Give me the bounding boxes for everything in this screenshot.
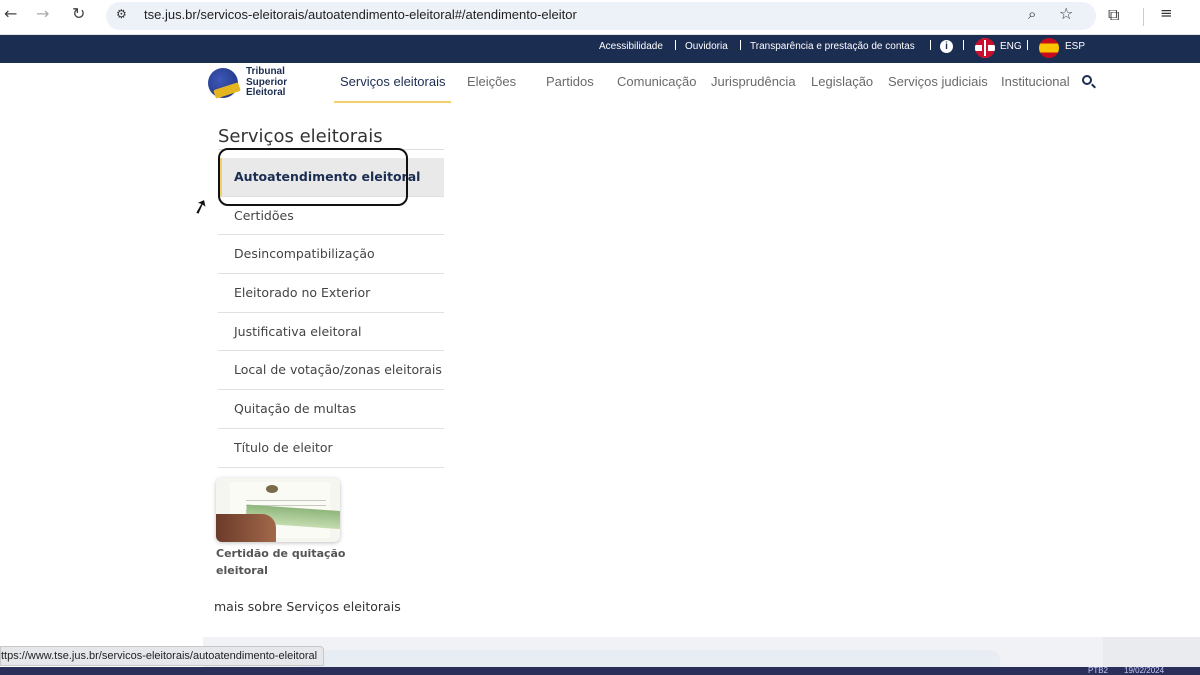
browser-toolbar: ← → ↻ ⚙ tse.jus.br/servicos-eleitorais/a… xyxy=(0,0,1200,35)
nav-legislacao[interactable]: Legislação xyxy=(811,74,873,89)
address-bar[interactable]: ⚙ tse.jus.br/servicos-eleitorais/autoate… xyxy=(106,2,1096,30)
logo-line: Tribunal xyxy=(246,66,285,77)
logo-line: Eleitoral xyxy=(246,87,286,98)
sidemenu-item-quitacao-multas[interactable]: Quitação de multas xyxy=(218,390,444,429)
more-services-link[interactable]: mais sobre Serviços eleitorais xyxy=(214,599,401,614)
topbar-divider xyxy=(740,40,741,50)
toolbar-divider xyxy=(1143,8,1144,26)
nav-partidos[interactable]: Partidos xyxy=(546,74,594,89)
nav-jurisprudencia[interactable]: Jurisprudência xyxy=(711,74,796,89)
sidemenu-item-local-votacao[interactable]: Local de votação/zonas eleitorais xyxy=(218,351,444,391)
nav-comunicacao[interactable]: Comunicação xyxy=(617,74,697,89)
taskbar-date: 19/02/2024 xyxy=(1124,666,1165,675)
bookmark-star-icon[interactable]: ☆ xyxy=(1059,4,1073,23)
forward-arrow-icon[interactable]: → xyxy=(36,4,49,23)
lang-eng-link[interactable]: ENG xyxy=(1000,41,1022,52)
accessibility-link[interactable]: Acessibilidade xyxy=(599,41,663,52)
sidemenu-item-eleitorado-exterior[interactable]: Eleitorado no Exterior xyxy=(218,274,444,313)
certidao-card-image[interactable] xyxy=(216,478,340,542)
lang-esp-link[interactable]: ESP xyxy=(1065,41,1085,52)
tse-logo[interactable]: Tribunal Superior Eleitoral xyxy=(208,64,298,104)
topbar-divider xyxy=(930,40,931,50)
spain-flag-icon[interactable] xyxy=(1039,38,1059,58)
back-arrow-icon[interactable]: ← xyxy=(4,4,17,23)
taskbar-language: PTB2 xyxy=(1088,666,1109,675)
ombudsman-link[interactable]: Ouvidoria xyxy=(685,41,728,52)
sidemenu-item-titulo-eleitor[interactable]: Título de eleitor xyxy=(218,429,444,468)
nav-institucional[interactable]: Institucional xyxy=(1001,74,1070,89)
reload-icon[interactable]: ↻ xyxy=(72,4,85,23)
os-taskbar xyxy=(0,667,1200,675)
bottom-side-panel xyxy=(1103,637,1200,667)
link-status-bar: ttps://www.tse.jus.br/servicos-eleitorai… xyxy=(0,646,325,666)
nav-servicos-judiciais[interactable]: Serviços judiciais xyxy=(888,74,988,89)
certidao-card-caption[interactable]: Certidão de quitação eleitoral xyxy=(216,545,346,579)
search-icon[interactable] xyxy=(1082,75,1092,85)
sidemenu-item-desincompatibilizacao[interactable]: Desincompatibilização xyxy=(218,235,444,275)
annotation-arrow-icon: ➚ xyxy=(188,191,213,221)
address-url[interactable]: tse.jus.br/servicos-eleitorais/autoatend… xyxy=(144,7,577,22)
topbar-divider xyxy=(675,40,676,50)
top-utility-bar: Acessibilidade Ouvidoria Transparência e… xyxy=(0,35,1200,63)
zoom-icon[interactable]: ⌕ xyxy=(1028,5,1036,23)
reading-list-icon[interactable]: ≡ xyxy=(1160,4,1173,22)
topbar-divider xyxy=(1027,40,1028,50)
sidemenu-item-justificativa[interactable]: Justificativa eleitoral xyxy=(218,313,444,352)
transparency-link[interactable]: Transparência e prestação de contas xyxy=(750,41,915,52)
topbar-divider xyxy=(963,40,964,50)
site-settings-icon[interactable]: ⚙ xyxy=(116,7,127,21)
logo-globe-icon xyxy=(208,68,238,98)
nav-eleicoes[interactable]: Eleições xyxy=(467,74,516,89)
info-icon[interactable]: i xyxy=(940,40,953,53)
nav-active-indicator xyxy=(334,101,451,103)
uk-flag-icon[interactable] xyxy=(975,38,995,58)
sidemenu-title: Serviços eleitorais xyxy=(218,126,383,147)
annotation-highlight-box xyxy=(218,148,408,206)
nav-servicos-eleitorais[interactable]: Serviços eleitorais xyxy=(340,74,446,89)
extensions-puzzle-icon[interactable]: ⧉ xyxy=(1108,5,1119,25)
